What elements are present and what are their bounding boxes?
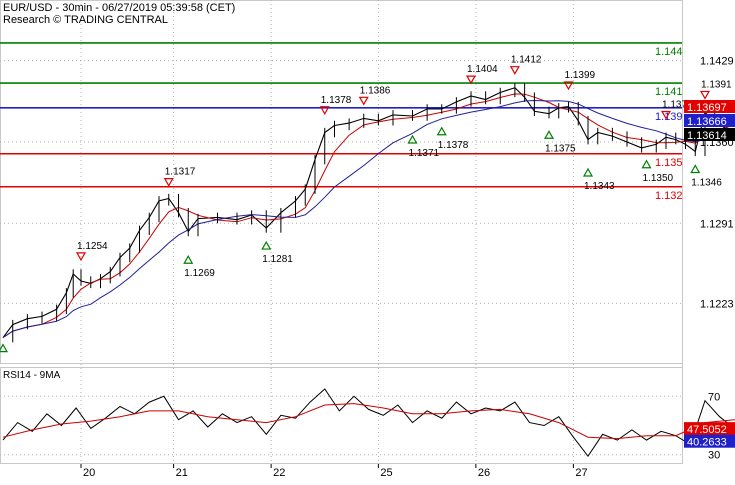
- date-tick-label: 27: [575, 467, 587, 479]
- date-tick-label: 21: [176, 467, 188, 479]
- price-tick-label: 1.1223: [700, 298, 734, 310]
- pivot-high-marker: [699, 90, 711, 100]
- pivot-low-label: 1.1375: [545, 143, 576, 154]
- chart-title: EUR/USD - 30min - 06/27/2019 05:39:58 (C…: [3, 2, 235, 14]
- pivot-low-label: 1.1371: [409, 148, 440, 159]
- fast-moving-average: [2, 93, 735, 339]
- slow-moving-average: [2, 99, 735, 339]
- price-badge-label: 1.13666: [687, 116, 727, 128]
- price-tick-label: 1.1291: [700, 218, 734, 230]
- date-axis: 20 21 22 25 26 27: [80, 464, 588, 479]
- pivot-high-label: 1.1254: [77, 241, 108, 252]
- rsi-ma-line: [2, 403, 735, 440]
- pivot-high-marker: [358, 96, 369, 106]
- rsi-series: [2, 388, 735, 458]
- date-tick-label: 26: [478, 467, 490, 479]
- date-tick-label: 20: [83, 467, 95, 479]
- rsi-badge-label: 47.5052: [687, 424, 727, 436]
- pivot-high-label: 1.1399: [565, 70, 596, 81]
- price-line: [2, 87, 735, 338]
- rsi-title: RSI14 - 9MA: [3, 370, 61, 381]
- pivot-high-label: 1.1378: [321, 95, 352, 106]
- chart-stage: 1.144 1.141 1.139 1.135 1.132 1.1254 1.1317 1.…: [0, 0, 735, 480]
- price-tick-label: 1.1429: [700, 56, 734, 68]
- pivot-low-label: 1.1269: [184, 268, 215, 279]
- rsi-tick-label: 30: [708, 450, 720, 462]
- pivot-low-marker: [183, 255, 194, 264]
- pivot-high-label: 1.1391: [701, 79, 732, 90]
- price-badge-label: 1.13614: [687, 130, 727, 142]
- pivot-low-marker: [690, 164, 701, 174]
- key-levels: 1.1441.1411.1391.1351.132: [0, 42, 683, 202]
- eurusd-chart-svg: 1.1441.1411.1391.1351.132 1.12541.13171.…: [0, 0, 735, 479]
- pivot-high-marker: [465, 75, 477, 85]
- level-label: 1.144: [655, 46, 683, 58]
- pivot-high-label: 1.1386: [360, 85, 391, 96]
- pivot-high-marker: [163, 178, 174, 187]
- rsi-badge-label: 40.2633: [687, 437, 727, 449]
- price-badge-label: 1.13697: [687, 102, 727, 114]
- pivot-high-marker: [509, 66, 520, 75]
- pivot-low-marker: [261, 240, 272, 250]
- pivot-low-label: 1.1346: [691, 177, 722, 188]
- pivot-markers: 1.1254 1.1317 1.1269 1.1281 1.1378 1.1386 1.13…: [0, 55, 732, 353]
- pivot-low-label: 1.1378: [438, 140, 469, 151]
- level-label: 1.132: [655, 190, 683, 202]
- pivot-low-marker: [641, 159, 652, 169]
- pivot-low-label: 1.1350: [643, 173, 674, 184]
- pivot-low-label: 1.1343: [584, 181, 615, 192]
- pivot-low-marker: [0, 343, 9, 353]
- pivot-high-label: 1.1412: [511, 55, 542, 66]
- date-tick-label: 25: [380, 467, 392, 479]
- chart-subtitle: Research © TRADING CENTRAL: [3, 14, 168, 26]
- pivot-low-label: 1.1281: [262, 254, 293, 265]
- pivot-low-marker: [436, 126, 447, 136]
- date-tick-label: 22: [273, 467, 285, 479]
- rsi-tick-label: 70: [708, 391, 720, 403]
- level-label: 1.135: [655, 157, 683, 169]
- pivot-low-marker: [582, 167, 594, 177]
- rsi-line: [2, 388, 735, 458]
- rsi-panel-frame: [0, 367, 683, 464]
- pivot-high-label: 1.1404: [467, 64, 498, 75]
- pivot-high-label: 1.1317: [165, 167, 196, 178]
- pivot-low-marker: [543, 130, 555, 139]
- level-label: 1.141: [655, 86, 683, 98]
